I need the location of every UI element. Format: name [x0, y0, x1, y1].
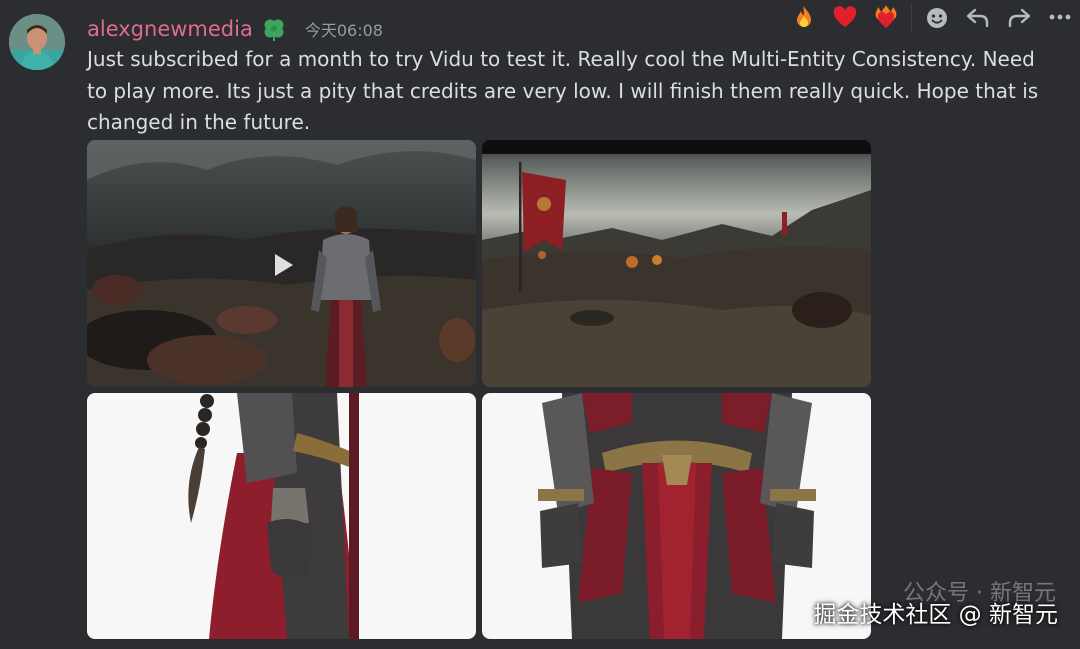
- heart-reaction-icon[interactable]: [830, 2, 860, 32]
- fire-reaction-icon[interactable]: [789, 2, 819, 32]
- username[interactable]: alexgnewmedia: [87, 17, 253, 41]
- play-icon[interactable]: [261, 244, 303, 286]
- image-attachment[interactable]: [87, 393, 476, 639]
- watermark: 掘金技术社区 @ 新智元: [813, 602, 1058, 628]
- toolbar-divider: [911, 3, 913, 31]
- video-attachment[interactable]: [87, 140, 476, 387]
- forward-icon[interactable]: [1004, 2, 1034, 32]
- image-attachment[interactable]: [482, 140, 871, 387]
- flaming-heart-reaction-icon[interactable]: [871, 2, 901, 32]
- reply-icon[interactable]: [963, 2, 993, 32]
- avatar[interactable]: [9, 14, 65, 70]
- message-toolbar: [784, 0, 1080, 34]
- message-header: alexgnewmedia 今天06:08: [87, 12, 383, 46]
- clover-icon: [261, 16, 287, 42]
- message-content: Just subscribed for a month to try Vidu …: [87, 47, 1039, 134]
- armor-side-image: [87, 393, 476, 639]
- more-icon[interactable]: [1045, 2, 1075, 32]
- battlefield-image: [482, 140, 871, 387]
- timestamp: 今天06:08: [304, 21, 383, 40]
- add-reaction-icon[interactable]: [923, 2, 953, 32]
